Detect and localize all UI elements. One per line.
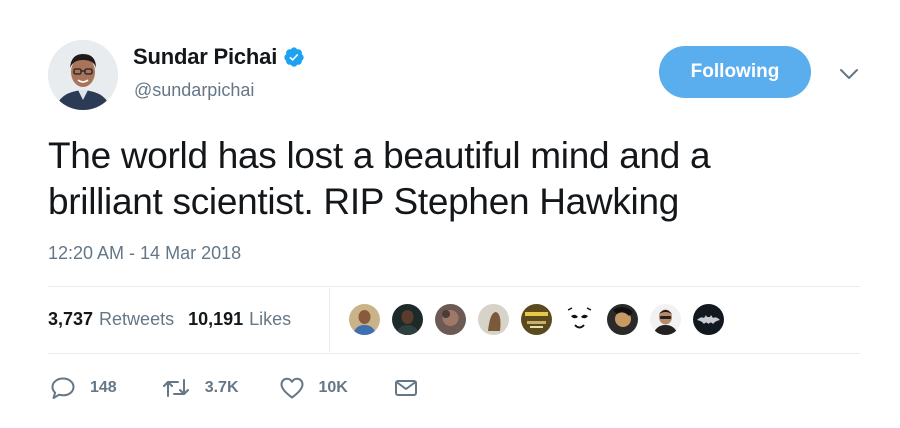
author-name[interactable]: Sundar Pichai — [133, 44, 277, 70]
likes-count[interactable]: 10,191 — [188, 309, 243, 330]
liker-avatar-3[interactable] — [433, 302, 468, 337]
liker-avatar-4[interactable] — [476, 302, 511, 337]
liker-avatar-6[interactable] — [562, 302, 597, 337]
retweet-icon[interactable] — [161, 376, 191, 400]
liker-avatar-7[interactable] — [605, 302, 640, 337]
likes-label[interactable]: Likes — [249, 309, 291, 330]
retweet-action[interactable]: 3.7K — [161, 376, 239, 400]
following-button[interactable]: Following — [659, 46, 811, 98]
verified-badge-icon — [283, 46, 305, 68]
retweets-label[interactable]: Retweets — [99, 309, 174, 330]
tweet-text-line-1: The world has lost a beautiful mind and … — [48, 135, 711, 176]
envelope-icon[interactable] — [394, 378, 418, 398]
likers-avatars — [347, 302, 734, 337]
author-avatar[interactable] — [48, 40, 118, 110]
like-count: 10K — [318, 379, 348, 396]
stats-top-divider — [48, 286, 860, 287]
reply-icon[interactable] — [50, 376, 76, 400]
retweets-count[interactable]: 3,737 — [48, 309, 93, 330]
stats-vertical-divider — [329, 288, 330, 352]
like-action[interactable]: 10K — [279, 376, 348, 400]
stats-bottom-divider — [48, 353, 860, 354]
reply-count: 148 — [90, 379, 117, 396]
liker-avatar-9[interactable] — [691, 302, 726, 337]
heart-icon[interactable] — [279, 376, 305, 400]
chevron-down-icon[interactable] — [836, 64, 862, 84]
tweet-stats: 3,737 Retweets 10,191 Likes — [48, 309, 291, 330]
liker-avatar-1[interactable] — [347, 302, 382, 337]
tweet-timestamp[interactable]: 12:20 AM - 14 Mar 2018 — [48, 243, 241, 264]
liker-avatar-8[interactable] — [648, 302, 683, 337]
liker-avatar-5[interactable] — [519, 302, 554, 337]
tweet-text: The world has lost a beautiful mind and … — [48, 133, 868, 225]
tweet-card: Sundar Pichai @sundarpichai Following Th… — [0, 0, 900, 428]
tweet-actions: 148 3.7K 10K — [50, 376, 418, 400]
author-handle[interactable]: @sundarpichai — [134, 80, 254, 101]
tweet-text-line-2: brilliant scientist. RIP Stephen Hawking — [48, 181, 680, 222]
liker-avatar-2[interactable] — [390, 302, 425, 337]
reply-action[interactable]: 148 — [50, 376, 117, 400]
retweet-count: 3.7K — [204, 379, 239, 396]
direct-message-action[interactable] — [394, 378, 418, 398]
